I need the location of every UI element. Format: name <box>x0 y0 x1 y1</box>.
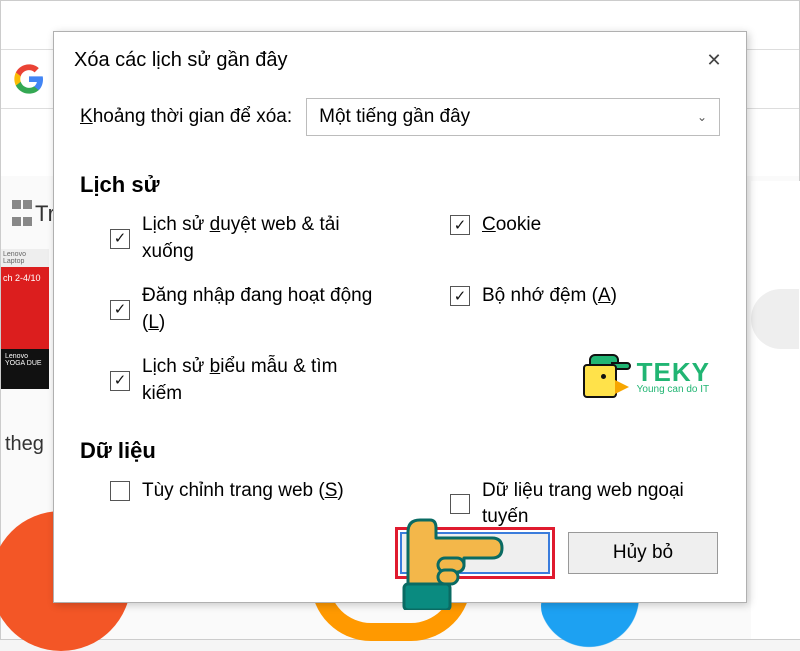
checkbox-label: Đăng nhập đang hoạt động (L) <box>142 283 382 336</box>
checkbox-icon <box>110 229 130 249</box>
time-range-label: Khoảng thời gian để xóa: <box>80 106 292 128</box>
pointing-hand-icon <box>374 480 514 610</box>
chevron-down-icon: ⌄ <box>697 110 707 124</box>
section-history-heading: Lịch sử <box>80 172 720 198</box>
checkbox-icon <box>110 300 130 320</box>
time-range-select[interactable]: Một tiếng gần đây ⌄ <box>306 98 720 136</box>
checkbox-browsing-history[interactable]: Lịch sử duyệt web & tải xuống <box>110 212 450 265</box>
bg-text-theg: theg <box>5 433 44 456</box>
checkbox-form-search[interactable]: Lịch sử biểu mẫu & tìm kiếm <box>110 354 450 407</box>
checkbox-icon <box>110 371 130 391</box>
checkbox-label: Bộ nhớ đệm (A) <box>482 283 617 310</box>
section-data-heading: Dữ liệu <box>80 438 720 464</box>
checkbox-icon <box>110 481 130 501</box>
grid-icon <box>11 197 35 221</box>
checkbox-label: Dữ liệu trang web ngoại tuyến <box>482 478 720 531</box>
checkbox-label: Tùy chỉnh trang web (S) <box>142 478 344 505</box>
checkbox-icon <box>450 286 470 306</box>
time-range-value: Một tiếng gần đây <box>319 106 470 128</box>
google-logo-icon <box>13 63 45 95</box>
dialog-title: Xóa các lịch sử gần đây <box>74 49 288 72</box>
clear-history-dialog: Xóa các lịch sử gần đây ✕ Khoảng thời gi… <box>53 31 747 603</box>
teky-bird-icon <box>575 352 631 400</box>
checkbox-label: Cookie <box>482 212 541 239</box>
cancel-button[interactable]: Hủy bỏ <box>568 532 718 574</box>
right-column <box>751 181 800 639</box>
brand-tagline: Young can do IT <box>637 384 710 395</box>
checkbox-label: Lịch sử duyệt web & tải xuống <box>142 212 382 265</box>
promo-thumbnail: Lenovo Laptop ch 2-4/10 LenovoYOGA DUE <box>1 249 49 389</box>
checkbox-active-logins[interactable]: Đăng nhập đang hoạt động (L) <box>110 283 450 336</box>
teky-brand: TEKY Young can do IT <box>575 352 710 400</box>
checkbox-label: Lịch sử biểu mẫu & tìm kiếm <box>142 354 382 407</box>
checkbox-cookies[interactable]: Cookie <box>450 212 720 239</box>
checkbox-cache[interactable]: Bộ nhớ đệm (A) <box>450 283 720 310</box>
close-icon[interactable]: ✕ <box>700 46 728 74</box>
checkbox-icon <box>450 215 470 235</box>
